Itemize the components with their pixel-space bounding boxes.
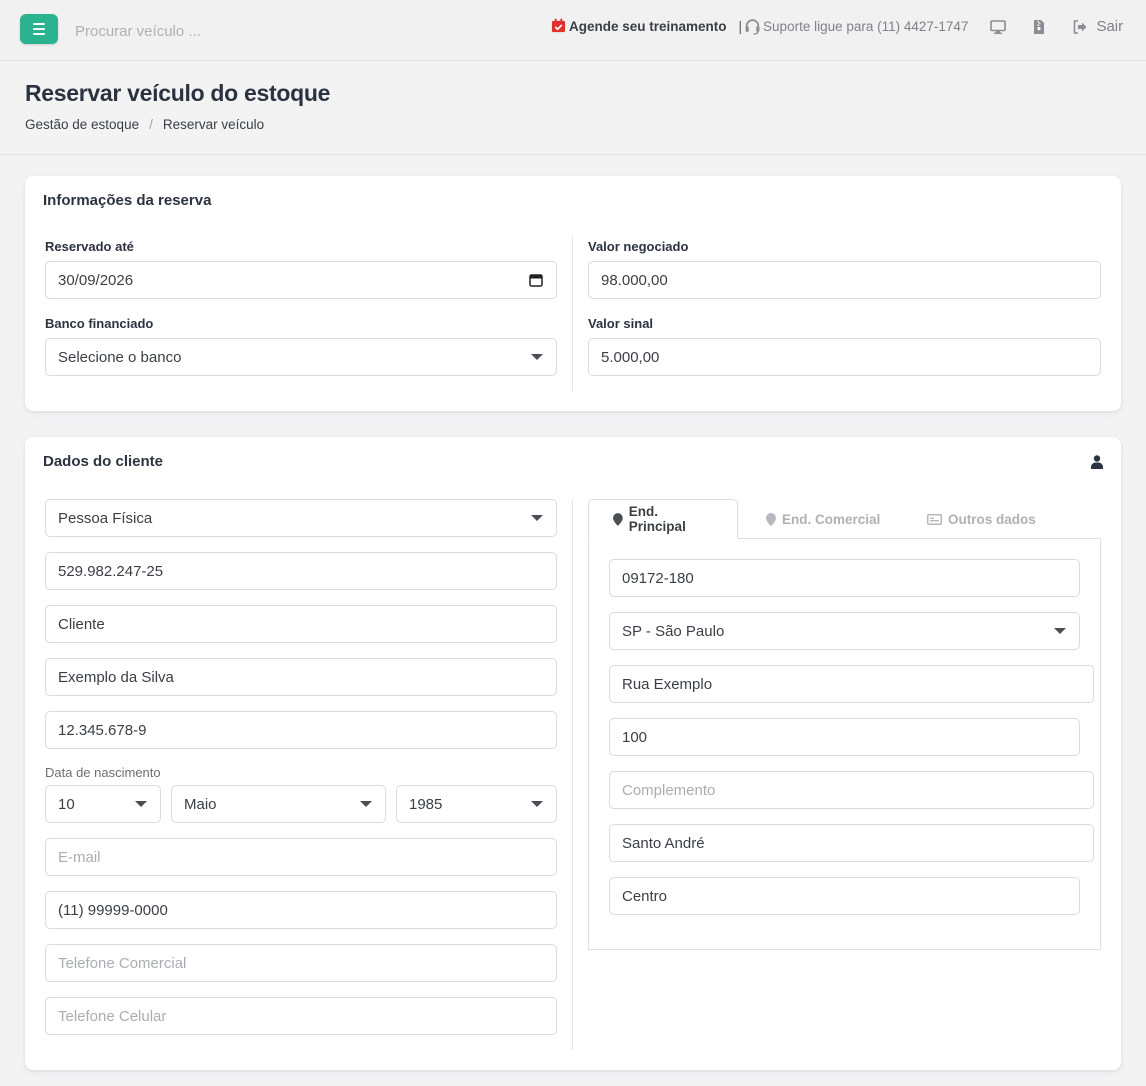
- tab-main-address-label: End. Principal: [628, 504, 686, 534]
- top-bar: Agende seu treinamento | Suporte ligue p…: [0, 0, 1146, 61]
- column-divider: [572, 236, 573, 391]
- tab-other-data[interactable]: Outros dados: [927, 499, 1036, 539]
- map-marker-icon: [766, 512, 776, 526]
- map-marker-icon: [613, 512, 623, 526]
- chevron-down-icon: [531, 354, 543, 360]
- chevron-down-icon: [135, 801, 147, 807]
- sign-out-icon: [1074, 19, 1087, 34]
- id-card-icon: [927, 513, 942, 525]
- rg-input[interactable]: 12.345.678-9: [45, 711, 557, 749]
- cep-input[interactable]: 09172-180: [609, 559, 1080, 597]
- phone-value: (11) 99999-0000: [58, 901, 168, 919]
- headset-icon: [745, 19, 760, 35]
- vehicle-search-input[interactable]: [66, 18, 326, 44]
- first-name-input[interactable]: Cliente: [45, 605, 557, 643]
- cell-phone-placeholder: Telefone Celular: [58, 1007, 167, 1025]
- birth-year-select[interactable]: 1985: [396, 785, 557, 823]
- complement-placeholder: Complemento: [622, 781, 716, 799]
- user-icon: [1091, 455, 1103, 469]
- hamburger-icon-line: [33, 33, 45, 35]
- district-input[interactable]: Centro: [609, 877, 1080, 915]
- address-tab-panel: 09172-180 SP - São Paulo Rua Exemplo 100…: [588, 538, 1101, 950]
- negotiated-value-label: Valor negociado: [588, 239, 689, 254]
- bank-select-value: Selecione o banco: [58, 348, 182, 366]
- bank-select[interactable]: Selecione o banco: [45, 338, 557, 376]
- birth-month-value: Maio: [184, 795, 217, 813]
- street-value: Rua Exemplo: [622, 675, 713, 693]
- reservation-card-title: Informações da reserva: [43, 192, 212, 209]
- hamburger-icon: [33, 23, 45, 25]
- last-name-input[interactable]: Exemplo da Silva: [45, 658, 557, 696]
- chevron-down-icon: [1054, 628, 1066, 634]
- top-right-actions: Agende seu treinamento | Suporte ligue p…: [551, 18, 1123, 35]
- city-value: Santo André: [622, 834, 705, 852]
- breadcrumb-separator: /: [149, 117, 153, 132]
- number-value: 100: [622, 728, 648, 746]
- reserved-until-label: Reservado até: [45, 239, 134, 254]
- menu-toggle-button[interactable]: [20, 14, 58, 44]
- negotiated-value-input[interactable]: 98.000,00: [588, 261, 1101, 299]
- tab-commercial-address[interactable]: End. Comercial: [766, 499, 880, 539]
- cep-value: 09172-180: [622, 569, 694, 587]
- birth-year-value: 1985: [409, 795, 443, 813]
- number-input[interactable]: 100: [609, 718, 1080, 756]
- logout-button[interactable]: Sair: [1072, 18, 1123, 35]
- signal-value-input[interactable]: 5.000,00: [588, 338, 1101, 376]
- city-input[interactable]: Santo André: [609, 824, 1094, 862]
- support-phone-text: Suporte ligue para (11) 4427-1747: [763, 19, 969, 34]
- tab-main-address[interactable]: End. Principal: [588, 499, 738, 539]
- separator: |: [738, 19, 743, 34]
- cpf-value: 529.982.247-25: [58, 562, 164, 580]
- work-phone-placeholder: Telefone Comercial: [58, 954, 187, 972]
- breadcrumb-stock-management[interactable]: Gestão de estoque: [25, 117, 139, 132]
- signal-value-label: Valor sinal: [588, 316, 654, 331]
- chevron-down-icon: [531, 515, 543, 521]
- reserved-until-date-input[interactable]: 30/09/2026: [45, 261, 557, 299]
- first-name-value: Cliente: [58, 615, 105, 633]
- calendar-icon[interactable]: [529, 273, 543, 287]
- schedule-training-link[interactable]: Agende seu treinamento: [569, 19, 727, 34]
- desktop-icon[interactable]: [990, 19, 1007, 35]
- tab-commercial-address-label: End. Comercial: [782, 511, 881, 527]
- column-divider: [572, 499, 573, 1050]
- client-card-title: Dados do cliente: [43, 453, 164, 470]
- logout-label: Sair: [1096, 18, 1124, 35]
- negotiated-value: 98.000,00: [601, 271, 668, 289]
- cell-phone-input[interactable]: Telefone Celular: [45, 997, 557, 1035]
- signal-value: 5.000,00: [601, 348, 660, 366]
- page-title: Reservar veículo do estoque: [25, 80, 331, 106]
- person-type-select[interactable]: Pessoa Física: [45, 499, 557, 537]
- work-phone-input[interactable]: Telefone Comercial: [45, 944, 557, 982]
- birth-day-value: 10: [58, 795, 75, 813]
- street-input[interactable]: Rua Exemplo: [609, 665, 1094, 703]
- breadcrumb: Gestão de estoque / Reservar veículo: [25, 117, 264, 132]
- person-type-value: Pessoa Física: [58, 509, 153, 527]
- reserved-until-value: 30/09/2026: [58, 271, 134, 289]
- breadcrumb-current: Reservar veículo: [162, 117, 265, 132]
- bank-label: Banco financiado: [45, 316, 154, 331]
- email-placeholder: E-mail: [58, 848, 101, 866]
- last-name-value: Exemplo da Silva: [58, 668, 174, 686]
- header-divider: [0, 154, 1146, 155]
- complement-input[interactable]: Complemento: [609, 771, 1094, 809]
- reservation-info-card: Informações da reserva Reservado até 30/…: [25, 176, 1121, 411]
- chevron-down-icon: [360, 801, 372, 807]
- birth-day-select[interactable]: 10: [45, 785, 161, 823]
- rg-value: 12.345.678-9: [58, 721, 147, 739]
- client-data-card: Dados do cliente Pessoa Física 529.982.2…: [25, 437, 1121, 1070]
- birth-month-select[interactable]: Maio: [171, 785, 386, 823]
- state-select[interactable]: SP - São Paulo: [609, 612, 1080, 650]
- email-field[interactable]: E-mail: [45, 838, 557, 876]
- hamburger-icon-line: [33, 28, 45, 30]
- cpf-input[interactable]: 529.982.247-25: [45, 552, 557, 590]
- tab-other-data-label: Outros dados: [948, 511, 1036, 527]
- address-tabs: End. Principal End. Comercial Outros dad…: [588, 499, 1101, 539]
- file-zip-icon[interactable]: [1031, 19, 1047, 35]
- phone-input[interactable]: (11) 99999-0000: [45, 891, 557, 929]
- district-value: Centro: [622, 887, 668, 905]
- calendar-check-icon: [551, 18, 566, 33]
- chevron-down-icon: [531, 801, 543, 807]
- state-value: SP - São Paulo: [622, 622, 725, 640]
- birth-date-label: Data de nascimento: [45, 765, 161, 780]
